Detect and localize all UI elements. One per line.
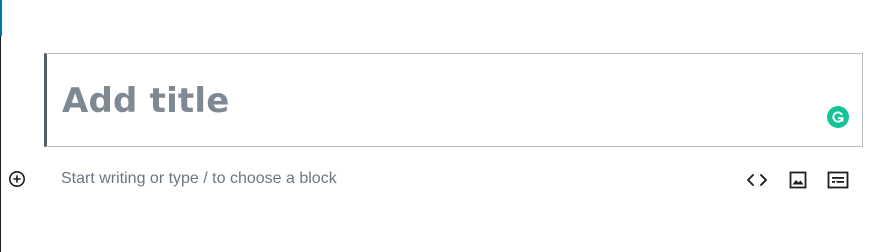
editor-page: Add title Start writing or type / to cho… [0, 0, 893, 252]
paragraph-placeholder[interactable]: Start writing or type / to choose a bloc… [61, 169, 337, 189]
add-block-icon[interactable] [8, 170, 26, 188]
code-icon[interactable] [745, 168, 769, 192]
grammarly-icon[interactable] [827, 106, 849, 128]
window-edge [0, 0, 1, 252]
post-title-placeholder[interactable]: Add title [62, 80, 230, 122]
image-icon[interactable] [786, 168, 810, 192]
post-title-block[interactable]: Add title [44, 53, 863, 147]
gallery-icon[interactable] [826, 168, 850, 192]
window-edge-accent [0, 0, 2, 36]
